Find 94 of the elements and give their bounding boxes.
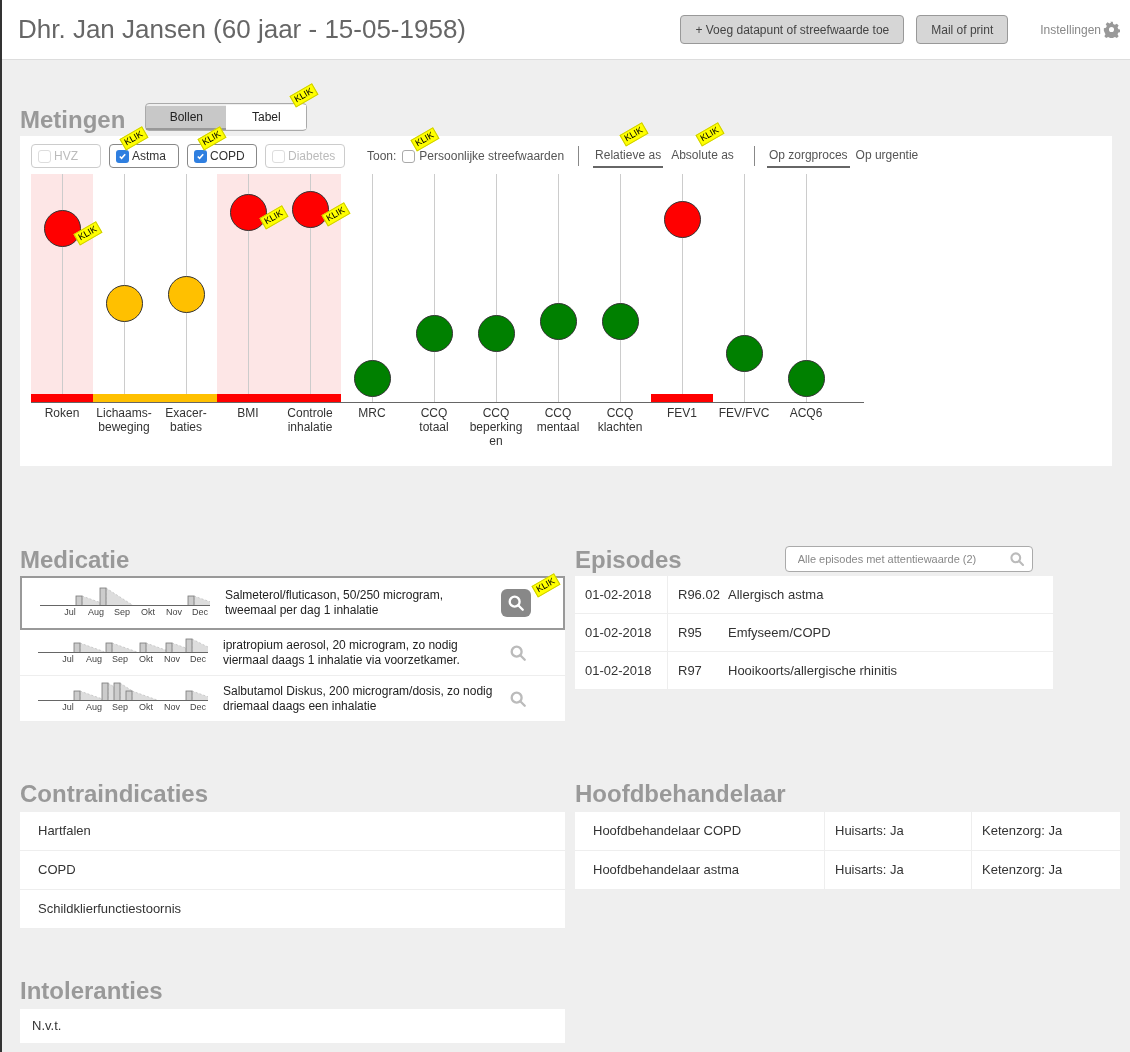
- huisarts-cell: Huisarts: Ja: [825, 851, 972, 889]
- metric-label: FEV/FVC: [717, 405, 771, 422]
- section-title: Intoleranties: [20, 977, 164, 1005]
- contraindication-row: Hartfalen: [20, 812, 565, 851]
- header-button[interactable]: + Voeg datapunt of streefwaarde toe: [680, 15, 905, 44]
- metric-label: ACQ6: [788, 405, 824, 422]
- checkbox[interactable]: [116, 149, 129, 163]
- filter-chip[interactable]: Astma: [109, 144, 179, 168]
- order-tab[interactable]: Op zorgproces: [766, 144, 850, 168]
- intolerance-row: N.v.t.: [20, 1009, 565, 1043]
- klik-tag: KLIK: [410, 127, 440, 152]
- month-label: Nov: [163, 701, 181, 715]
- month-label: Dec: [189, 653, 207, 667]
- month-label: Jul: [61, 653, 75, 667]
- month-label: Sep: [111, 653, 129, 667]
- metric-label: CCQ totaal: [418, 405, 450, 436]
- klik-tag: KLIK: [619, 122, 649, 147]
- view-tab[interactable]: Bollen: [146, 106, 227, 130]
- medication-row[interactable]: Jul Aug Sep Okt Nov Dec ipratropium aerosol, 20 microgram, zo nodig viermaal daags 1 inhalatie via voorzetkamer.: [20, 630, 565, 676]
- search-icon: [509, 643, 527, 662]
- metric-label: CCQ klachten: [596, 405, 644, 436]
- month-label: Aug: [85, 653, 103, 667]
- month-label: Okt: [138, 653, 154, 667]
- episode-date: 01-02-2018: [575, 614, 668, 651]
- metric-label: CCQ beperking en: [468, 405, 524, 448]
- klik-tag: KLIK: [531, 573, 561, 598]
- metric-label: MRC: [357, 405, 387, 422]
- episode-description: Hooikoorts/allergische rhinitis: [728, 661, 898, 680]
- settings-button[interactable]: Instellingen: [1040, 20, 1101, 39]
- huisarts-cell: Huisarts: Ja: [825, 812, 972, 850]
- metric-label: Controle inhalatie: [286, 405, 334, 436]
- role-cell: Hoofdbehandelaar COPD: [575, 812, 825, 850]
- checkmark-icon: [118, 151, 127, 161]
- filter-label: COPD: [210, 148, 245, 165]
- ketenzorg-cell-text: Ketenzorg: Ja: [981, 822, 1063, 841]
- episode-code: R96.02: [677, 585, 721, 604]
- metric-label: Exacer- baties: [164, 405, 208, 436]
- search-icon: [509, 689, 527, 708]
- month-label: Sep: [113, 605, 131, 619]
- month-label: Aug: [87, 605, 105, 619]
- medication-text: Salmeterol/fluticason, 50/250 microgram, tweemaal per dag 1 inhalatie: [225, 588, 445, 618]
- search-icon: [507, 594, 525, 612]
- header-button[interactable]: Mail of print: [916, 15, 1009, 44]
- metric-label: CCQ mentaal: [535, 405, 581, 436]
- month-label: Dec: [189, 701, 207, 715]
- medication-row[interactable]: Jul Aug Sep Okt Nov Dec Salmeterol/fluticason, 50/250 microgram, tweemaal per dag 1 inhalatie KLIK: [20, 576, 565, 630]
- month-label: Nov: [163, 653, 181, 667]
- search-icon: [1008, 551, 1025, 567]
- checkbox[interactable]: [194, 149, 207, 163]
- medication-text: Salbutamol Diskus, 200 microgram/dosis, zo nodig driemaal daags een inhalatie: [223, 683, 494, 714]
- month-label: Sep: [111, 701, 129, 715]
- contraindication-row: COPD: [20, 851, 565, 890]
- month-label: Dec: [191, 605, 209, 619]
- metric-label: Roken: [43, 405, 81, 422]
- month-label: Jul: [63, 605, 77, 619]
- axis-tab[interactable]: Relatieve as: [593, 144, 664, 168]
- medication-text: ipratropium aerosol, 20 microgram, zo nodig viermaal daags 1 inhalatie via voorzetkamer.: [223, 637, 461, 668]
- checkbox[interactable]: [402, 149, 416, 163]
- medication-row[interactable]: Jul Aug Sep Okt Nov Dec Salbutamol Diskus, 200 microgram/dosis, zo nodig driemaal daags een inhalatie: [20, 676, 565, 722]
- toon-label: Toon:: [367, 148, 397, 165]
- role-cell: Hoofdbehandelaar astma: [575, 851, 825, 889]
- month-label: Okt: [140, 605, 156, 619]
- filter-label: HVZ: [54, 148, 78, 165]
- klik-tag: KLIK: [695, 122, 725, 147]
- view-tab[interactable]: Tabel: [226, 105, 307, 129]
- patient-title: Dhr. Jan Jansen (60 jaar - 15-05-1958): [18, 13, 468, 46]
- order-tab[interactable]: Op urgentie: [853, 144, 921, 168]
- episode-search-field[interactable]: Alle episodes met attentiewaarde (2): [784, 546, 1033, 572]
- section-title: Episodes: [575, 546, 682, 574]
- ketenzorg-cell-text: Ketenzorg: Ja: [981, 861, 1063, 880]
- axis-tab[interactable]: Absolute as: [669, 144, 736, 168]
- contraindication-row: Schildklierfunctiestoornis: [20, 890, 565, 929]
- month-label: Okt: [138, 701, 154, 715]
- filter-label: Diabetes: [288, 148, 336, 165]
- section-title: Hoofdbehandelaar: [575, 780, 787, 808]
- section-title: Contraindicaties: [20, 780, 210, 808]
- episode-code: R97: [677, 661, 703, 680]
- klik-tag: KLIK: [289, 83, 318, 108]
- search-button[interactable]: [501, 589, 531, 617]
- metric-label: FEV1: [666, 405, 698, 422]
- episode-date: 01-02-2018: [575, 576, 668, 613]
- episode-code: R95: [677, 623, 703, 642]
- month-label: Nov: [165, 605, 183, 619]
- filter-label: Astma: [132, 148, 166, 165]
- settings-icon[interactable]: [1103, 21, 1120, 38]
- metric-label: BMI: [236, 405, 260, 422]
- episode-date: 01-02-2018: [575, 652, 668, 689]
- episode-description: Emfyseem/COPD: [728, 623, 831, 642]
- month-label: Aug: [85, 701, 103, 715]
- section-title: Medicatie: [20, 546, 131, 574]
- episode-description: Allergisch astma: [728, 585, 824, 604]
- checkmark-icon: [196, 151, 205, 161]
- month-label: Jul: [61, 701, 75, 715]
- metric-label: Lichaams- beweging: [95, 405, 153, 436]
